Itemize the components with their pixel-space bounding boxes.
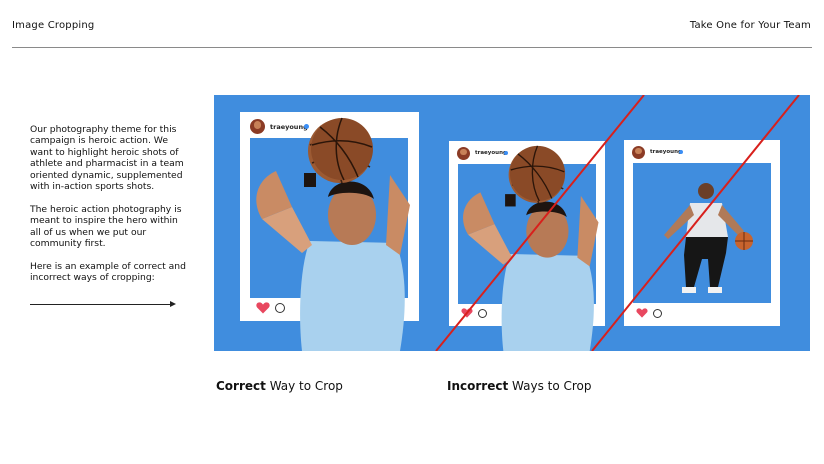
caption-incorrect-rest: Ways to Crop bbox=[508, 379, 592, 393]
arrow-line bbox=[30, 304, 173, 305]
cropping-example-panel: traeyoung traeyoung traeyoung bbox=[214, 95, 810, 351]
strike-line-1 bbox=[435, 95, 645, 351]
paragraph-example: Here is an example of correct and incorr… bbox=[30, 260, 186, 284]
paragraph-theme: Our photography theme for this campaign … bbox=[30, 124, 184, 193]
caption-incorrect: Incorrect Ways to Crop bbox=[447, 379, 592, 393]
header-divider bbox=[12, 47, 812, 48]
caption-correct-rest: Way to Crop bbox=[265, 379, 343, 393]
caption-correct-bold: Correct bbox=[216, 379, 266, 393]
campaign-title: Take One for Your Team bbox=[689, 20, 811, 31]
incorrect-strike-lines bbox=[435, 95, 800, 351]
strike-line-2 bbox=[591, 95, 800, 351]
page-section-title: Image Cropping bbox=[12, 20, 95, 31]
arrow-right-icon bbox=[170, 301, 176, 307]
caption-incorrect-bold: Incorrect bbox=[447, 379, 509, 393]
description-text: Our photography theme for this campaign … bbox=[30, 124, 190, 295]
paragraph-inspire: The heroic action photography is meant t… bbox=[30, 203, 182, 250]
caption-correct: Correct Way to Crop bbox=[216, 379, 343, 393]
